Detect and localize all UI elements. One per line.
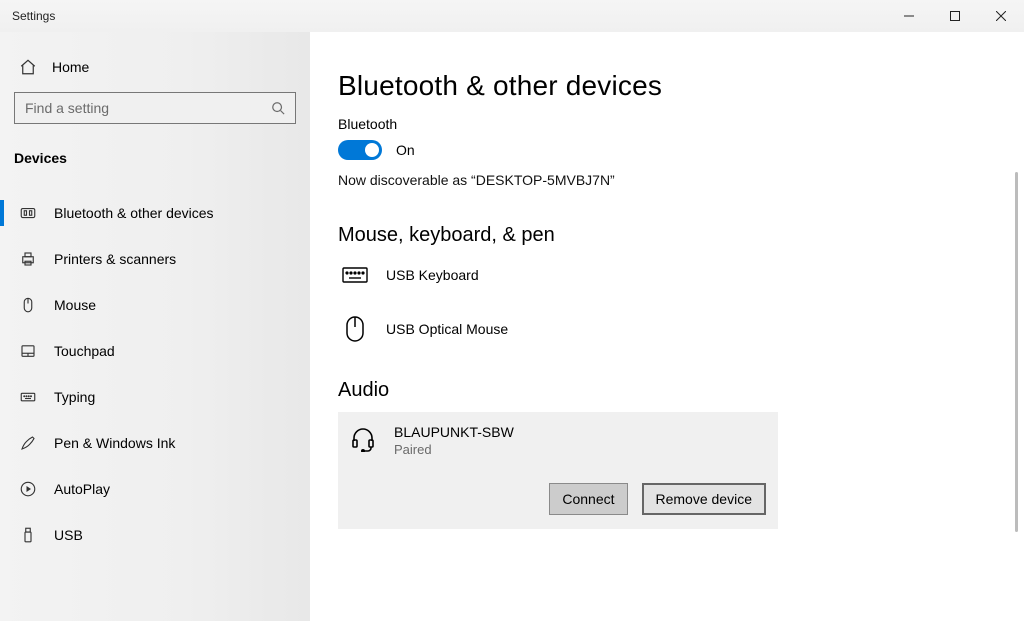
audio-device-status: Paired <box>394 442 514 457</box>
sidebar-item-label: Touchpad <box>54 343 115 359</box>
keyboard-icon <box>342 265 368 285</box>
sidebar: Home Find a setting Devices Bluetooth & … <box>0 32 310 621</box>
sidebar-item-label: Bluetooth & other devices <box>54 205 214 221</box>
bluetooth-heading: Bluetooth <box>338 116 990 132</box>
sidebar-item-typing[interactable]: Typing <box>0 374 310 420</box>
audio-device-name: BLAUPUNKT-SBW <box>394 424 514 440</box>
sidebar-item-label: AutoPlay <box>54 481 110 497</box>
sidebar-item-pen-ink[interactable]: Pen & Windows Ink <box>0 420 310 466</box>
remove-device-button[interactable]: Remove device <box>642 483 767 515</box>
keyboard-icon <box>18 388 38 406</box>
window-minimize-button[interactable] <box>886 0 932 32</box>
sidebar-item-label: Pen & Windows Ink <box>54 435 175 451</box>
device-name: USB Keyboard <box>386 267 479 283</box>
search-placeholder: Find a setting <box>25 100 271 116</box>
sidebar-item-printers[interactable]: Printers & scanners <box>0 236 310 282</box>
bluetooth-discoverable-text: Now discoverable as “DESKTOP-5MVBJ7N” <box>338 172 990 188</box>
printer-icon <box>18 250 38 268</box>
sidebar-item-label: USB <box>54 527 83 543</box>
connect-button[interactable]: Connect <box>549 483 627 515</box>
sidebar-item-label: Typing <box>54 389 95 405</box>
group-title-mkp: Mouse, keyboard, & pen <box>338 224 990 247</box>
sidebar-item-touchpad[interactable]: Touchpad <box>0 328 310 374</box>
title-bar: Settings <box>0 0 1024 32</box>
autoplay-icon <box>18 480 38 498</box>
sidebar-item-mouse[interactable]: Mouse <box>0 282 310 328</box>
page-title: Bluetooth & other devices <box>338 70 990 102</box>
group-title-audio: Audio <box>338 379 990 402</box>
headset-icon <box>350 424 376 452</box>
usb-icon <box>18 526 38 544</box>
nav-home-label: Home <box>52 59 89 75</box>
bluetooth-devices-icon <box>18 204 38 222</box>
sidebar-item-usb[interactable]: USB <box>0 512 310 558</box>
nav-home[interactable]: Home <box>0 50 310 92</box>
bluetooth-toggle[interactable] <box>338 140 382 160</box>
search-input[interactable]: Find a setting <box>14 92 296 124</box>
device-row-usb-optical-mouse[interactable]: USB Optical Mouse <box>338 307 778 365</box>
search-icon <box>271 101 285 115</box>
scrollbar-vertical[interactable] <box>1015 172 1018 532</box>
sidebar-item-bluetooth-devices[interactable]: Bluetooth & other devices <box>0 190 310 236</box>
mouse-icon <box>18 296 38 314</box>
window-close-button[interactable] <box>978 0 1024 32</box>
sidebar-section-title: Devices <box>0 150 310 176</box>
window-title: Settings <box>12 9 55 23</box>
home-icon <box>18 58 38 76</box>
sidebar-item-autoplay[interactable]: AutoPlay <box>0 466 310 512</box>
window-maximize-button[interactable] <box>932 0 978 32</box>
sidebar-nav: Bluetooth & other devices Printers & sca… <box>0 190 310 558</box>
main-content: Bluetooth & other devices Bluetooth On N… <box>310 32 1024 621</box>
device-row-usb-keyboard[interactable]: USB Keyboard <box>338 257 778 307</box>
sidebar-item-label: Mouse <box>54 297 96 313</box>
audio-device-card[interactable]: BLAUPUNKT-SBW Paired Connect Remove devi… <box>338 412 778 529</box>
mouse-icon <box>342 315 368 343</box>
touchpad-icon <box>18 342 38 360</box>
sidebar-item-label: Printers & scanners <box>54 251 176 267</box>
device-name: USB Optical Mouse <box>386 321 508 337</box>
pen-icon <box>18 434 38 452</box>
bluetooth-toggle-state-label: On <box>396 142 415 158</box>
